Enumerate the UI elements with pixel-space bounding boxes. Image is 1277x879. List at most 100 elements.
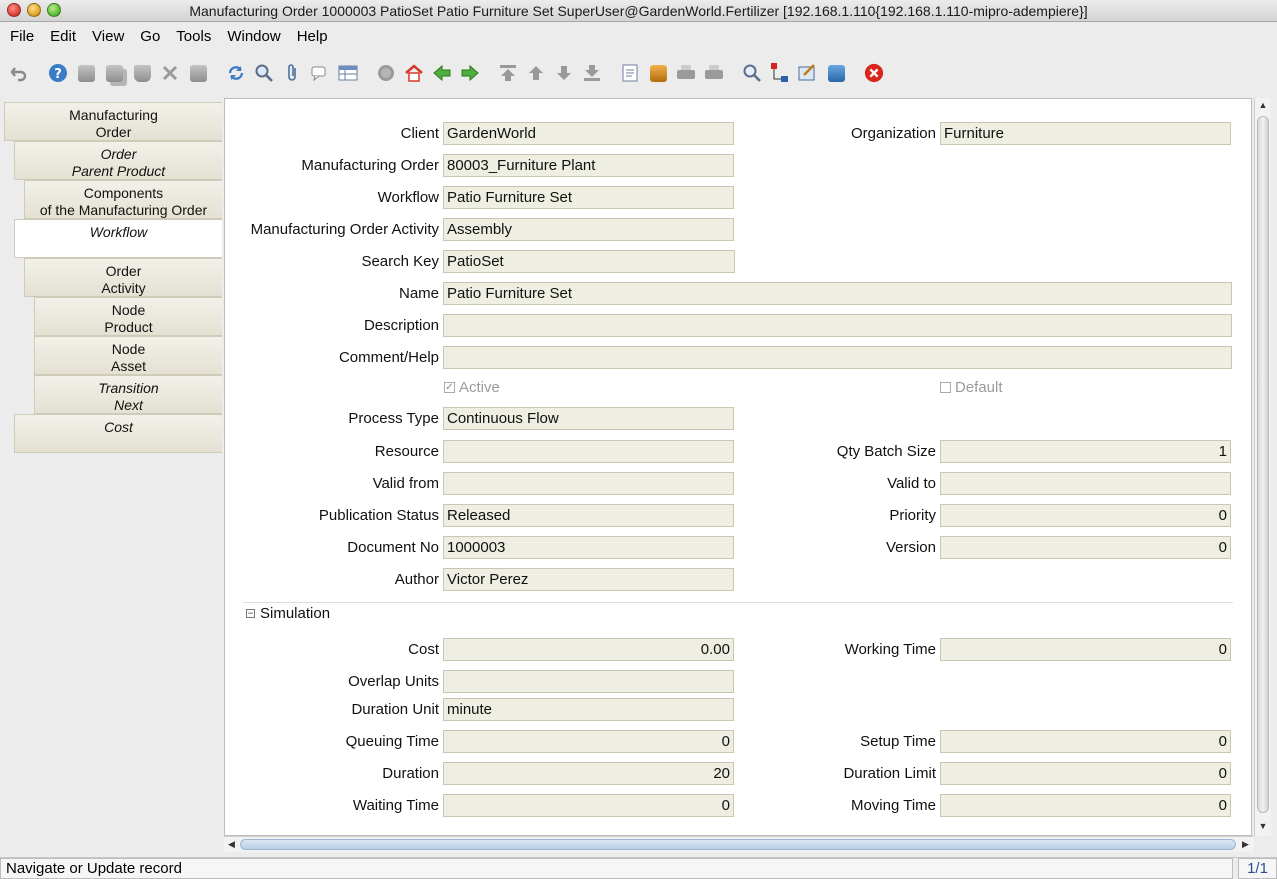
duration-field[interactable]: 20 xyxy=(443,762,734,785)
workflow-icon[interactable] xyxy=(770,63,790,83)
report-icon[interactable] xyxy=(620,63,640,83)
moving-time-field[interactable]: 0 xyxy=(940,794,1231,817)
search-key-field[interactable]: PatioSet xyxy=(443,250,735,273)
previous-record-icon[interactable] xyxy=(526,63,546,83)
version-label: Version xyxy=(885,539,936,556)
menu-help[interactable]: Help xyxy=(297,28,328,45)
menu-view[interactable]: View xyxy=(92,28,124,45)
default-checkbox[interactable]: Default xyxy=(940,379,1003,396)
tab-components[interactable]: Components of the Manufacturing Order xyxy=(24,180,222,219)
scroll-left-icon[interactable]: ◀ xyxy=(224,837,239,852)
author-field[interactable]: Victor Perez xyxy=(443,568,734,591)
setup-time-field[interactable]: 0 xyxy=(940,730,1231,753)
tab-label-line1: Node xyxy=(111,341,146,357)
process-type-field[interactable]: Continuous Flow xyxy=(443,407,734,430)
overlap-units-field[interactable] xyxy=(443,670,734,693)
scroll-up-icon[interactable]: ▲ xyxy=(1255,98,1271,113)
document-no-field[interactable]: 1000003 xyxy=(443,536,734,559)
print-preview-icon[interactable] xyxy=(676,63,696,83)
find-icon[interactable] xyxy=(254,63,274,83)
save-icon[interactable] xyxy=(188,63,208,83)
print-icon[interactable] xyxy=(704,63,724,83)
zoom-across-icon[interactable] xyxy=(742,63,762,83)
simulation-section-header[interactable]: − Simulation xyxy=(243,602,1233,624)
status-message: Navigate or Update record xyxy=(0,858,1233,879)
vertical-scroll-thumb[interactable] xyxy=(1257,116,1269,813)
organization-label: Organization xyxy=(850,125,936,142)
grid-toggle-icon[interactable] xyxy=(338,63,358,83)
waiting-time-field[interactable]: 0 xyxy=(443,794,734,817)
menu-go[interactable]: Go xyxy=(140,28,160,45)
active-checkbox[interactable]: ✓ Active xyxy=(444,379,500,396)
horizontal-scrollbar[interactable]: ◀ ▶ xyxy=(224,836,1254,852)
parent-icon[interactable] xyxy=(432,63,452,83)
menu-file[interactable]: File xyxy=(10,28,34,45)
product-info-icon[interactable] xyxy=(826,63,846,83)
priority-label: Priority xyxy=(889,507,936,524)
delete-selection-icon[interactable] xyxy=(160,63,180,83)
comment-help-field[interactable] xyxy=(443,346,1232,369)
name-field[interactable]: Patio Furniture Set xyxy=(443,282,1232,305)
menu-tools[interactable]: Tools xyxy=(176,28,211,45)
resource-field[interactable] xyxy=(443,440,734,463)
duration-unit-field[interactable]: minute xyxy=(443,698,734,721)
mo-activity-field[interactable]: Assembly xyxy=(443,218,734,241)
cost-field[interactable]: 0.00 xyxy=(443,638,734,661)
new-record-icon[interactable] xyxy=(76,63,96,83)
workflow-field[interactable]: Patio Furniture Set xyxy=(443,186,734,209)
request-icon[interactable] xyxy=(798,63,818,83)
tab-order-parent-product[interactable]: Order Parent Product xyxy=(14,141,222,180)
refresh-icon[interactable] xyxy=(226,63,246,83)
tab-label-line1: Components xyxy=(83,185,164,201)
publication-status-field[interactable]: Released xyxy=(443,504,734,527)
attachment-icon[interactable] xyxy=(282,63,302,83)
undo-icon[interactable] xyxy=(9,63,29,83)
menu-edit[interactable]: Edit xyxy=(50,28,76,45)
help-icon[interactable]: ? xyxy=(48,63,68,83)
organization-field[interactable]: Furniture xyxy=(940,122,1231,145)
valid-from-field[interactable] xyxy=(443,472,734,495)
tab-node-asset[interactable]: Node Asset xyxy=(34,336,222,375)
scroll-right-icon[interactable]: ▶ xyxy=(1238,837,1253,852)
tab-workflow[interactable]: Workflow xyxy=(14,219,222,258)
setup-time-label: Setup Time xyxy=(860,733,936,750)
detail-icon[interactable] xyxy=(460,63,480,83)
status-bar: Navigate or Update record 1/1 xyxy=(0,857,1277,879)
description-field[interactable] xyxy=(443,314,1232,337)
vertical-scrollbar[interactable]: ▲ ▼ xyxy=(1254,98,1271,836)
priority-field[interactable]: 0 xyxy=(940,504,1231,527)
qty-batch-size-field[interactable]: 1 xyxy=(940,440,1231,463)
horizontal-scroll-thumb[interactable] xyxy=(240,839,1236,850)
next-record-icon[interactable] xyxy=(554,63,574,83)
client-field[interactable]: GardenWorld xyxy=(443,122,734,145)
end-icon[interactable] xyxy=(864,63,884,83)
tab-transition-next[interactable]: Transition Next xyxy=(34,375,222,414)
home-icon[interactable] xyxy=(404,63,424,83)
archive-icon[interactable] xyxy=(648,63,668,83)
working-time-field[interactable]: 0 xyxy=(940,638,1231,661)
collapse-icon[interactable]: − xyxy=(246,609,255,618)
version-field[interactable]: 0 xyxy=(940,536,1231,559)
duration-limit-field[interactable]: 0 xyxy=(940,762,1231,785)
tab-cost[interactable]: Cost xyxy=(14,414,222,453)
tab-label-line1: Order xyxy=(100,146,137,162)
menu-window[interactable]: Window xyxy=(227,28,280,45)
tab-node-product[interactable]: Node Product xyxy=(34,297,222,336)
delete-icon[interactable] xyxy=(132,63,152,83)
queuing-time-field[interactable]: 0 xyxy=(443,730,734,753)
chat-icon[interactable] xyxy=(310,63,330,83)
duration-unit-label: Duration Unit xyxy=(351,701,439,718)
manufacturing-order-field[interactable]: 80003_Furniture Plant xyxy=(443,154,734,177)
copy-record-icon[interactable] xyxy=(104,63,124,83)
history-icon[interactable] xyxy=(376,63,396,83)
scroll-down-icon[interactable]: ▼ xyxy=(1255,819,1271,834)
first-record-icon[interactable] xyxy=(498,63,518,83)
record-count[interactable]: 1/1 xyxy=(1238,858,1277,879)
tab-label-line2: Asset xyxy=(110,358,146,374)
last-record-icon[interactable] xyxy=(582,63,602,83)
valid-to-field[interactable] xyxy=(940,472,1231,495)
valid-from-label: Valid from xyxy=(372,475,439,492)
tab-manufacturing-order[interactable]: Manufacturing Order xyxy=(4,102,222,141)
tab-label-line1: Transition xyxy=(98,380,159,396)
tab-order-activity[interactable]: Order Activity xyxy=(24,258,222,297)
